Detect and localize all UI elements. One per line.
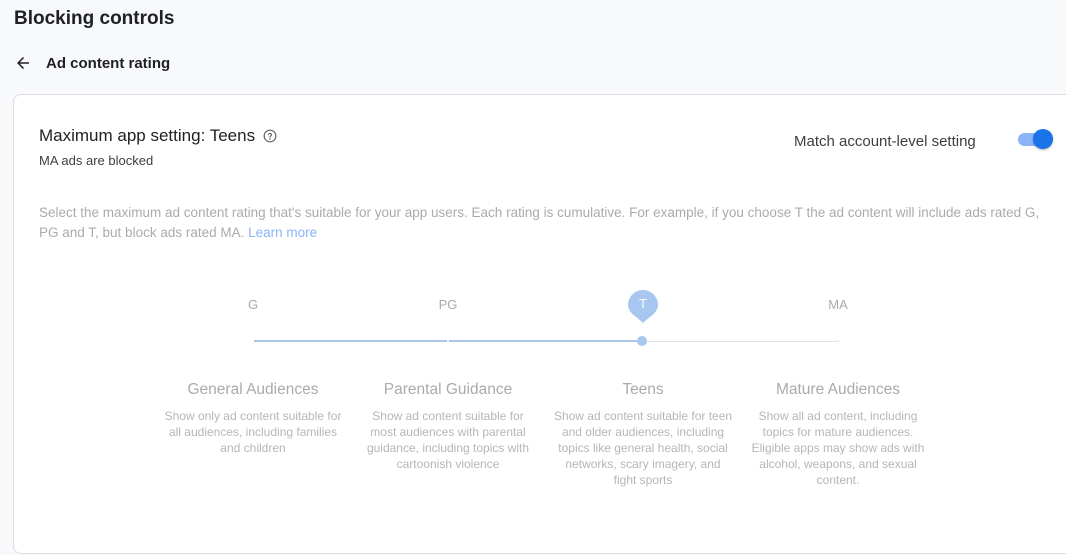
option-title: General Audiences <box>187 381 319 398</box>
back-row: Ad content rating <box>12 51 170 75</box>
slider-tick-pg <box>447 340 449 342</box>
option-description: Show ad content suitable for most audien… <box>366 409 530 471</box>
slider-label-ma[interactable]: MA <box>828 297 848 312</box>
ad-content-rating-card: Maximum app setting: Teens MA ads are bl… <box>13 94 1066 554</box>
slider-value-label: T <box>639 296 647 311</box>
slider-tick-ma <box>837 340 839 342</box>
option-teens[interactable]: Teens Show ad content suitable for teen … <box>553 381 733 488</box>
option-description: Show only ad content suitable for all au… <box>164 409 342 455</box>
slider-label-g[interactable]: G <box>248 297 258 312</box>
slider-track-inactive[interactable] <box>643 341 839 342</box>
option-description: Show all ad content, including topics fo… <box>751 409 925 487</box>
option-general-audiences[interactable]: General Audiences Show only ad content s… <box>163 381 343 456</box>
option-description: Show ad content suitable for teen and ol… <box>553 409 733 487</box>
sub-page-title: Ad content rating <box>46 54 171 72</box>
option-title: Teens <box>622 381 664 398</box>
page-title: Blocking controls <box>14 8 175 29</box>
option-title: Parental Guidance <box>383 381 513 398</box>
option-title: Mature Audiences <box>775 381 901 398</box>
slider-label-pg[interactable]: PG <box>439 297 458 312</box>
option-parental-guidance[interactable]: Parental Guidance Show ad content suitab… <box>358 381 538 472</box>
arrow-back-icon[interactable] <box>12 52 34 74</box>
option-mature-audiences[interactable]: Mature Audiences Show all ad content, in… <box>748 381 928 488</box>
slider-value-pin: T <box>627 289 659 329</box>
slider-thumb[interactable] <box>637 336 647 346</box>
